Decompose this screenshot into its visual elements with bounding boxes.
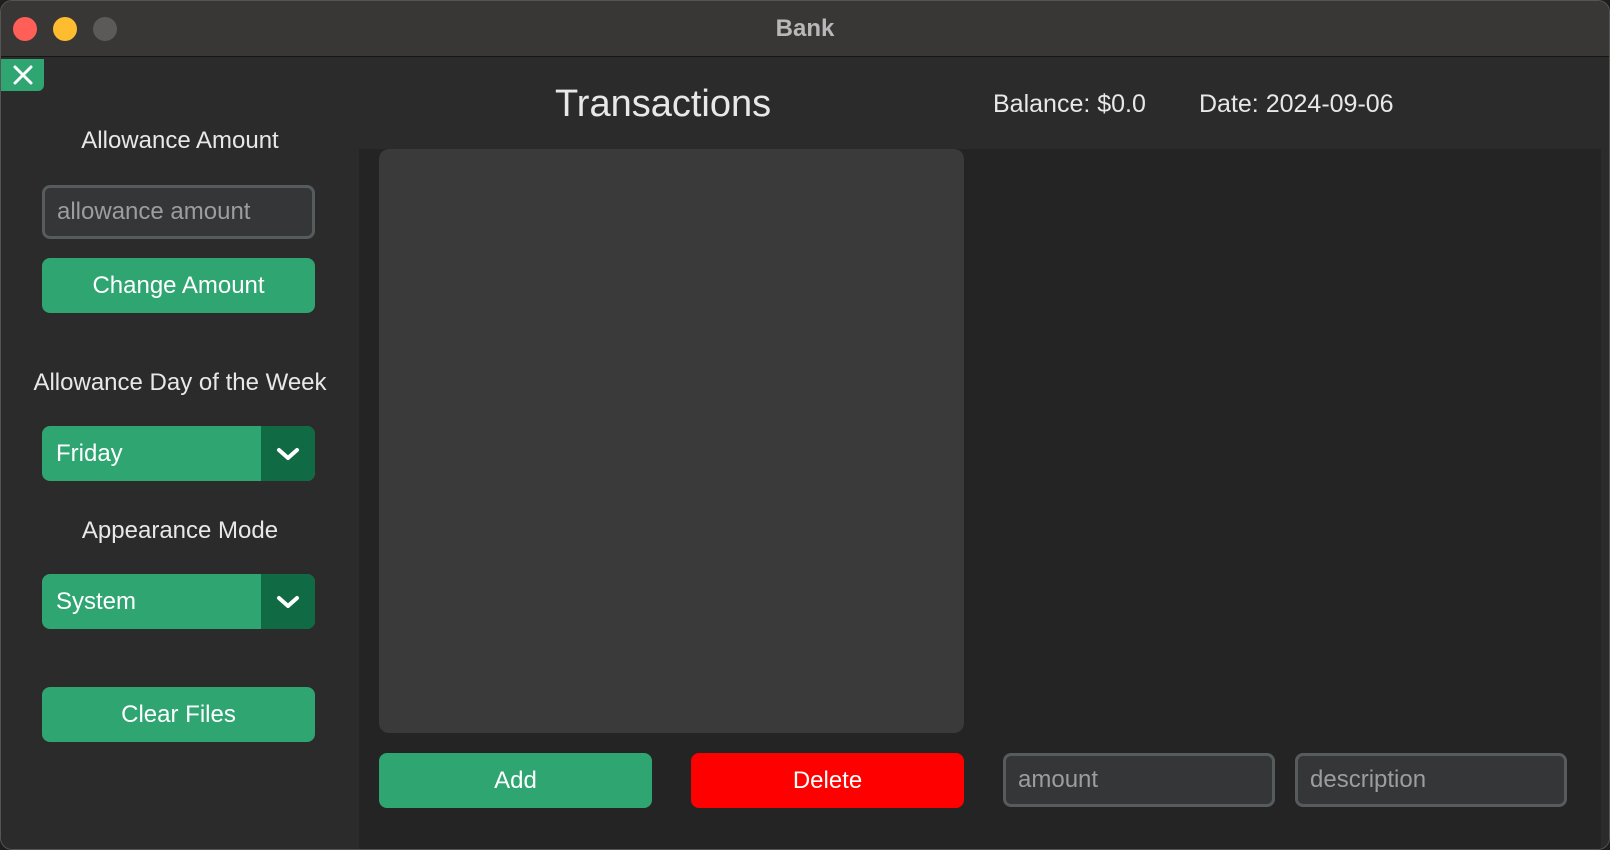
window-right-edge bbox=[1601, 57, 1609, 849]
change-amount-button[interactable]: Change Amount bbox=[42, 258, 315, 313]
chevron-down-icon[interactable] bbox=[261, 426, 315, 481]
allowance-amount-input[interactable]: allowance amount bbox=[42, 185, 315, 239]
appearance-mode-value: System bbox=[56, 587, 137, 615]
appearance-mode-label: Appearance Mode bbox=[81, 517, 279, 544]
allowance-amount-label: Allowance Amount bbox=[81, 127, 279, 154]
balance-label: Balance: $0.0 bbox=[993, 90, 1146, 118]
sidebar: Allowance Amount allowance amount Change… bbox=[1, 57, 359, 849]
allowance-day-label: Allowance Day of the Week bbox=[33, 369, 327, 396]
page-title: Transactions bbox=[555, 83, 772, 125]
description-input[interactable]: description bbox=[1295, 753, 1567, 807]
date-label: Date: 2024-09-06 bbox=[1199, 90, 1394, 118]
header-area bbox=[359, 57, 1609, 149]
add-button[interactable]: Add bbox=[379, 753, 652, 808]
transactions-list[interactable] bbox=[379, 149, 964, 733]
app-window: Bank Allowance Amount allowance amount C… bbox=[0, 0, 1610, 850]
clear-files-button[interactable]: Clear Files bbox=[42, 687, 315, 742]
allowance-day-value: Friday bbox=[56, 439, 123, 467]
title-bar: Bank bbox=[1, 1, 1609, 57]
chevron-down-icon[interactable] bbox=[261, 574, 315, 629]
window-title: Bank bbox=[775, 15, 835, 42]
appearance-mode-dropdown[interactable]: System bbox=[42, 574, 315, 629]
close-x-icon[interactable] bbox=[1, 59, 44, 91]
amount-input[interactable]: amount bbox=[1003, 753, 1275, 807]
allowance-day-dropdown[interactable]: Friday bbox=[42, 426, 315, 481]
delete-button[interactable]: Delete bbox=[691, 753, 964, 808]
